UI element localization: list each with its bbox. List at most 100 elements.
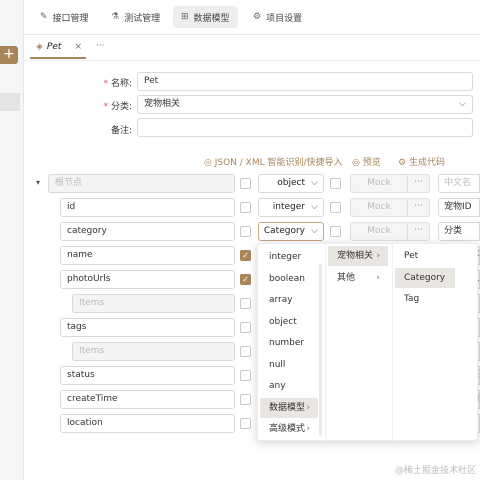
tab-api-management[interactable]: ✎ 接口管理 [32, 6, 97, 28]
option-label: 宠物相关 [337, 251, 374, 261]
tab-data-model[interactable]: ⊞ 数据模型 [173, 6, 238, 28]
field-name-input[interactable]: Items [72, 342, 235, 361]
dropdown-option[interactable]: 数据模型 › [260, 397, 318, 418]
add-button[interactable]: + [0, 46, 18, 64]
field-name-input[interactable]: tags [60, 318, 235, 337]
required-checkbox[interactable] [240, 418, 251, 429]
field-name-input[interactable]: photoUrls [60, 270, 235, 289]
field-name-input[interactable]: status [60, 366, 235, 385]
category-label: * 分类: [103, 102, 132, 112]
category-select[interactable]: 宠物相关 ⌵ [137, 95, 473, 114]
name-label: * 名称: [103, 79, 132, 89]
divider [24, 34, 480, 35]
dropdown-option[interactable]: number [260, 333, 318, 353]
dropdown-option[interactable]: boolean [260, 269, 318, 289]
dropdown-option[interactable]: Pet [395, 246, 455, 266]
tab-label: 测试管理 [124, 13, 161, 24]
dropdown-option[interactable]: integer [260, 247, 318, 267]
option-label: integer [269, 252, 302, 262]
tab-project-settings[interactable]: ⚙ 项目设置 [245, 6, 310, 28]
dropdown-option[interactable]: 高级模式 › [260, 419, 318, 439]
dropdown-option[interactable]: any [260, 376, 318, 396]
type-dropdown: integer boolean array object number null any 数据… [257, 243, 478, 442]
description-input[interactable]: 宠物ID [438, 198, 480, 217]
close-icon[interactable]: × [74, 42, 82, 52]
option-label: array [269, 295, 293, 305]
generate-code-link[interactable]: ⚙ 生成代码 [398, 155, 445, 168]
required-checkbox[interactable] [240, 298, 251, 309]
dropdown-option[interactable]: object [260, 312, 318, 332]
note-input[interactable] [137, 118, 473, 137]
required-checkbox[interactable] [240, 346, 251, 357]
chevron-down-icon: ⌵ [311, 202, 318, 212]
required-checkbox[interactable] [240, 178, 251, 189]
preview-link[interactable]: ◎ 预览 [352, 155, 381, 168]
eye-icon: ◎ [204, 158, 215, 168]
dropdown-option[interactable]: Tag [395, 289, 455, 309]
option-label: object [269, 316, 297, 327]
description-input[interactable]: 分类 [438, 222, 480, 241]
type-select[interactable]: integer ⌵ [258, 198, 324, 217]
field-name-input[interactable]: name [60, 246, 235, 265]
field-name-input[interactable]: location [60, 414, 235, 433]
type-value: object [277, 178, 305, 188]
more-tabs-button[interactable]: ··· [96, 41, 105, 51]
dropdown-option[interactable]: Category [395, 267, 455, 288]
cube-icon: ◈ [36, 42, 43, 52]
import-link[interactable]: ◎ JSON / XML 智能识别/快捷导入 [204, 155, 343, 168]
field-name-input[interactable]: createTime [60, 390, 235, 409]
nullable-checkbox[interactable] [330, 178, 341, 189]
type-select[interactable]: Category ⌵ [258, 222, 324, 241]
chevron-down-icon: ⌵ [311, 178, 318, 188]
description-input[interactable]: 中文名 [438, 174, 480, 193]
mock-input[interactable]: Mock [350, 174, 408, 193]
field-name-input[interactable]: category [60, 222, 235, 241]
mock-more-button[interactable]: ··· [408, 222, 430, 241]
field-name-input[interactable]: 根节点 [48, 174, 235, 193]
mock-more-button[interactable]: ··· [408, 198, 430, 217]
group-list: 宠物相关 › 其他 › [325, 244, 391, 442]
required-checkbox[interactable] [240, 202, 251, 213]
chevron-right-icon: › [376, 251, 380, 261]
rail-selected-item[interactable] [0, 93, 20, 111]
required-checkbox[interactable] [240, 226, 251, 237]
field-name-input[interactable]: Items [72, 294, 235, 313]
dropdown-option[interactable]: array [260, 290, 318, 310]
collapse-caret-icon[interactable]: ▾ [36, 178, 40, 187]
gear-icon: ⚙ [253, 11, 262, 22]
scrollbar[interactable] [319, 264, 322, 436]
required-checkbox[interactable] [240, 394, 251, 405]
mock-input[interactable]: Mock [350, 198, 408, 217]
nullable-checkbox[interactable] [330, 202, 341, 213]
required-checkbox[interactable]: ✓ [240, 250, 251, 261]
flask-icon: ⚗ [111, 11, 120, 22]
option-label: any [269, 381, 286, 391]
field-name-input[interactable]: id [60, 198, 235, 217]
required-checkbox[interactable]: ✓ [240, 274, 251, 285]
nullable-checkbox[interactable] [330, 226, 341, 237]
model-icon: ⊞ [181, 11, 189, 22]
chevron-down-icon: ⌵ [459, 99, 466, 109]
required-checkbox[interactable] [240, 322, 251, 333]
option-label: Tag [404, 294, 420, 304]
tab-test-management[interactable]: ⚗ 测试管理 [103, 6, 168, 28]
note-label: 备注: [110, 126, 132, 136]
tab-label: 项目设置 [266, 13, 303, 24]
dropdown-option[interactable]: 宠物相关 › [328, 246, 388, 266]
tab-label: 数据模型 [193, 13, 230, 24]
doc-tab-pet[interactable]: ◈ Pet × [30, 37, 86, 59]
link-icon: ✎ [40, 11, 48, 22]
dropdown-option[interactable]: null [260, 355, 318, 375]
name-input[interactable]: Pet [137, 72, 473, 91]
divider [24, 60, 480, 61]
mock-input[interactable]: Mock [350, 222, 408, 241]
eye-icon: ◎ [352, 158, 363, 168]
type-select[interactable]: object ⌵ [258, 174, 324, 193]
required-checkbox[interactable] [240, 370, 251, 381]
chevron-right-icon: › [376, 272, 380, 283]
model-list: Pet Category Tag [392, 244, 455, 442]
left-rail [0, 0, 24, 480]
option-label: Pet [404, 251, 419, 261]
dropdown-option[interactable]: 其他 › [328, 268, 388, 288]
mock-more-button[interactable]: ··· [408, 174, 430, 193]
